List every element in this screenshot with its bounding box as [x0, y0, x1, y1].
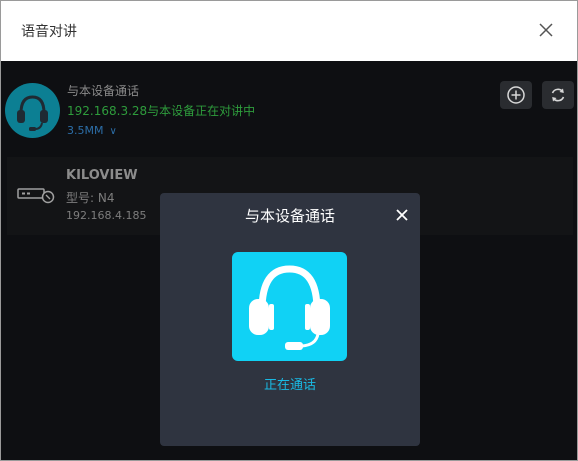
plus-circle-icon — [507, 86, 525, 104]
window-title: 语音对讲 — [21, 24, 77, 40]
headset-icon — [232, 252, 347, 361]
close-icon[interactable] — [537, 21, 555, 39]
encoder-device-icon — [17, 185, 55, 209]
device-model: 型号: N4 — [66, 191, 115, 205]
dialog-title: 与本设备通话 — [244, 207, 335, 225]
headset-icon — [5, 83, 60, 138]
close-icon[interactable] — [395, 207, 409, 221]
refresh-icon — [551, 88, 565, 102]
chevron-down-icon: ∨ — [109, 126, 117, 137]
audio-port-select[interactable]: 3.5MM ∨ — [67, 124, 117, 137]
device-ip: 192.168.4.185 — [66, 209, 147, 222]
device-brand: KILOVIEW — [66, 168, 138, 183]
intercom-status: 192.168.3.28与本设备正在对讲中 — [67, 104, 256, 118]
audio-port-value: 3.5MM — [67, 124, 104, 137]
window-header: 语音对讲 — [1, 1, 577, 61]
device-name: 与本设备通话 — [67, 84, 140, 98]
refresh-button[interactable] — [542, 81, 574, 109]
intercom-window: 语音对讲 与本设备通话 192.168.3.28与本设备正在对讲中 3.5MM … — [0, 0, 578, 461]
local-device-row: 与本设备通话 192.168.3.28与本设备正在对讲中 3.5MM ∨ — [1, 61, 577, 149]
call-status: 正在通话 — [263, 378, 316, 393]
add-button[interactable] — [500, 81, 532, 109]
call-dialog: 与本设备通话 正在通话 — [160, 193, 420, 446]
